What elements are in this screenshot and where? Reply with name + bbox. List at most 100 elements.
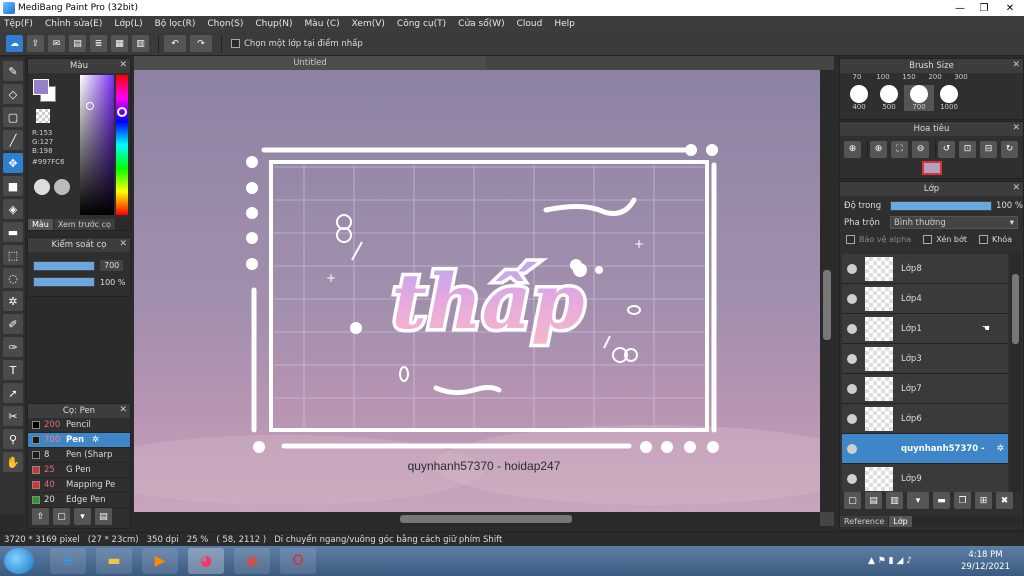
layer-item[interactable]: Lớp6 bbox=[842, 404, 1008, 434]
menu-capture[interactable]: Chụp(N) bbox=[255, 19, 292, 29]
magic-wand-tool-icon[interactable]: ✲ bbox=[3, 291, 23, 311]
select-layer-checkbox[interactable] bbox=[231, 39, 240, 48]
brush-opacity-value[interactable]: 100 % bbox=[100, 278, 125, 287]
vertical-scroll-thumb[interactable] bbox=[823, 270, 831, 340]
line-tool-icon[interactable]: ╱ bbox=[3, 130, 23, 150]
windows-start-icon[interactable] bbox=[4, 548, 34, 574]
layer-item[interactable]: Lớp1 ☚ bbox=[842, 314, 1008, 344]
eye-icon[interactable] bbox=[847, 263, 857, 274]
delete-layer-icon[interactable]: ✖ bbox=[996, 492, 1013, 509]
cloud-icon[interactable]: ☁ bbox=[6, 35, 23, 52]
zoom-in-icon[interactable]: ⊕ bbox=[844, 140, 861, 158]
blend-mode-select[interactable]: Bình thường ▾ bbox=[890, 216, 1018, 229]
protect-alpha-checkbox[interactable] bbox=[846, 235, 855, 244]
layer-opacity-slider[interactable] bbox=[890, 201, 992, 211]
tray-flag-icon[interactable]: ▲ ⚑ ▮ ◢ ♪ bbox=[868, 556, 912, 566]
menu-filter[interactable]: Bộ lọc(R) bbox=[155, 19, 196, 29]
merge-layer-icon[interactable]: ⊞ bbox=[975, 492, 992, 509]
brush-item[interactable]: 700 Pen ✲ bbox=[28, 433, 130, 448]
menu-help[interactable]: Help bbox=[554, 19, 575, 29]
undo-icon[interactable]: ↶ bbox=[164, 35, 186, 52]
panel-close-icon[interactable]: ✕ bbox=[119, 60, 127, 70]
chrome-icon[interactable]: ◉ bbox=[234, 548, 270, 574]
brush-size-preset[interactable]: 500 bbox=[874, 85, 904, 111]
panel-close-icon[interactable]: ✕ bbox=[1012, 60, 1020, 70]
select-rect-tool-icon[interactable]: ⬚ bbox=[3, 245, 23, 265]
grid-icon[interactable]: ▦ bbox=[111, 35, 128, 52]
menu-view[interactable]: Xem(V) bbox=[352, 19, 385, 29]
layer-item[interactable]: Lớp8 bbox=[842, 254, 1008, 284]
color-palette-icon[interactable] bbox=[54, 179, 70, 195]
brush-tool-icon[interactable]: ✎ bbox=[3, 61, 23, 81]
menu-window[interactable]: Cửa sổ(W) bbox=[458, 19, 504, 29]
opera-icon[interactable]: O bbox=[280, 548, 316, 574]
new-halftone-layer-icon[interactable]: ▤ bbox=[865, 492, 882, 509]
close-icon[interactable]: ✕ bbox=[996, 0, 1024, 16]
gear-icon[interactable]: ✲ bbox=[996, 444, 1004, 454]
file-explorer-icon[interactable]: ▬ bbox=[96, 548, 132, 574]
color-wheel-icon[interactable] bbox=[34, 179, 50, 195]
tab-layer[interactable]: Lớp bbox=[889, 516, 912, 527]
eyedropper-tool-icon[interactable]: ⚲ bbox=[3, 429, 23, 449]
brush-item[interactable]: 40 Mapping Pe bbox=[28, 478, 130, 493]
brush-settings-icon[interactable]: ▤ bbox=[95, 508, 112, 525]
gradient-tool-icon[interactable]: ▬ bbox=[3, 222, 23, 242]
eye-icon[interactable] bbox=[847, 293, 857, 304]
tab-brush-preview[interactable]: Xem trước cọ bbox=[53, 219, 115, 230]
eye-icon[interactable] bbox=[847, 413, 857, 424]
panel-close-icon[interactable]: ✕ bbox=[119, 405, 127, 415]
gear-icon[interactable]: ✲ bbox=[92, 435, 99, 445]
document-tab[interactable]: Untitled bbox=[134, 56, 486, 70]
eye-icon[interactable] bbox=[847, 383, 857, 394]
rotate-left-icon[interactable]: ↺ bbox=[938, 140, 955, 158]
comment-icon[interactable]: ✉ bbox=[48, 35, 65, 52]
hand-tool-icon[interactable]: ✋ bbox=[3, 452, 23, 472]
brush-size-value[interactable]: 700 bbox=[100, 260, 124, 271]
new-1bit-layer-icon[interactable]: ▥ bbox=[886, 492, 903, 509]
system-clock[interactable]: 4:18 PM 29/12/2021 bbox=[961, 549, 1010, 573]
zoom-plus-icon[interactable]: ⊕ bbox=[870, 140, 887, 158]
artwork-canvas[interactable]: + + thấp quynhanh57370 - hoidap247 bbox=[134, 70, 820, 512]
fill-rect-tool-icon[interactable]: ■ bbox=[3, 176, 23, 196]
eye-icon[interactable] bbox=[847, 473, 857, 484]
share-icon[interactable]: ⇪ bbox=[27, 35, 44, 52]
rotate-right-icon[interactable]: ↻ bbox=[1001, 140, 1018, 158]
transparent-color-swatch[interactable] bbox=[36, 109, 50, 123]
media-player-icon[interactable]: ▶ bbox=[142, 548, 178, 574]
horizontal-scroll-thumb[interactable] bbox=[400, 515, 572, 523]
tab-reference[interactable]: Reference bbox=[840, 516, 889, 527]
brush-size-slider[interactable] bbox=[33, 260, 95, 271]
menu-select[interactable]: Chọn(S) bbox=[207, 19, 243, 29]
notes-icon[interactable]: ≣ bbox=[90, 35, 107, 52]
minimize-icon[interactable]: — bbox=[948, 0, 972, 16]
brush-opacity-slider[interactable] bbox=[33, 277, 95, 287]
reset-view-icon[interactable]: ⊡ bbox=[959, 140, 976, 158]
pages-icon[interactable]: ▥ bbox=[132, 35, 149, 52]
layer-item[interactable]: Lớp9 bbox=[842, 464, 1008, 494]
new-layer-icon[interactable]: ▢ bbox=[844, 492, 861, 509]
horizontal-scrollbar[interactable] bbox=[134, 512, 820, 526]
panel-close-icon[interactable]: ✕ bbox=[1012, 123, 1020, 133]
menu-color[interactable]: Màu (C) bbox=[305, 19, 340, 29]
brush-size-preset[interactable]: 400 bbox=[844, 85, 874, 111]
maximize-icon[interactable]: ❐ bbox=[972, 0, 996, 16]
folder-icon[interactable]: ▬ bbox=[933, 492, 950, 509]
flip-icon[interactable]: ⊟ bbox=[980, 140, 997, 158]
layer-item-selected[interactable]: quynhanh57370 - ✲ bbox=[842, 434, 1008, 464]
fit-screen-icon[interactable]: ⛶ bbox=[891, 140, 908, 158]
document-icon[interactable]: ▤ bbox=[69, 35, 86, 52]
select-pen-tool-icon[interactable]: ✐ bbox=[3, 314, 23, 334]
add-brush-icon[interactable]: ⇧ bbox=[32, 508, 49, 525]
brush-item[interactable]: 25 G Pen bbox=[28, 463, 130, 478]
medibang-taskbar-icon[interactable]: ◕ bbox=[188, 548, 224, 574]
select-eraser-tool-icon[interactable]: ✑ bbox=[3, 337, 23, 357]
rectangle-tool-icon[interactable]: ▢ bbox=[3, 107, 23, 127]
eye-icon[interactable] bbox=[847, 353, 857, 364]
menu-tools[interactable]: Công cụ(T) bbox=[397, 19, 446, 29]
new-brush-icon[interactable]: ▢ bbox=[53, 508, 70, 525]
operation-tool-icon[interactable]: ➚ bbox=[3, 383, 23, 403]
brush-item[interactable]: 8 Pen (Sharp bbox=[28, 448, 130, 463]
redo-icon[interactable]: ↷ bbox=[190, 35, 212, 52]
navigator-preview[interactable] bbox=[922, 161, 942, 175]
panel-close-icon[interactable]: ✕ bbox=[1012, 183, 1020, 193]
